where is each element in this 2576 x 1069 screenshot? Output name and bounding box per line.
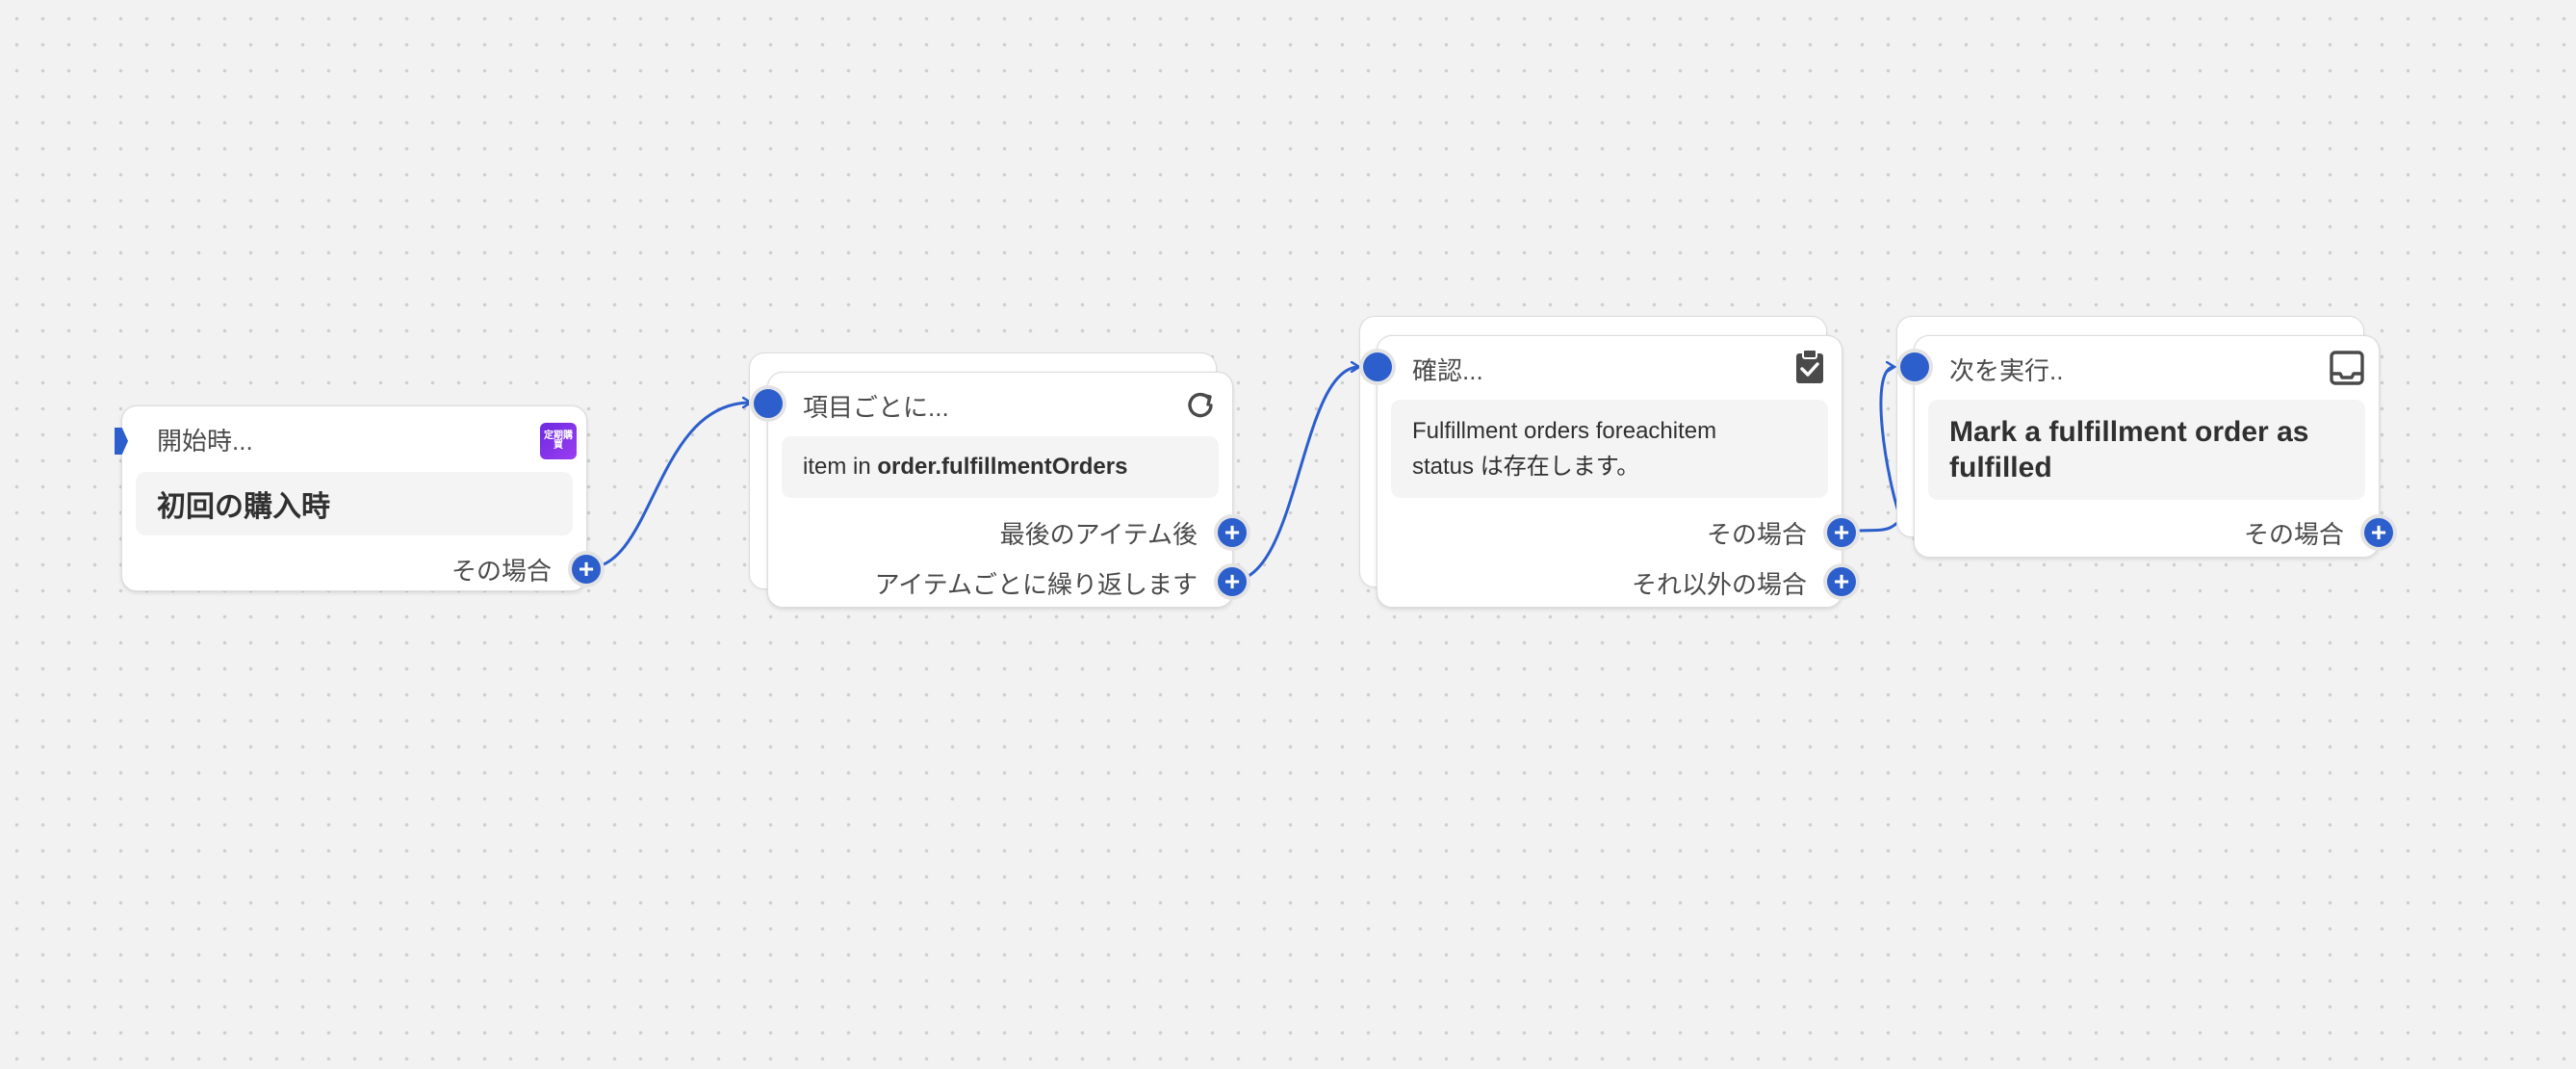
condition-expression: Fulfillment orders foreachitem status は存… <box>1412 413 1716 484</box>
condition-expression-line2: status は存在します。 <box>1412 454 1640 480</box>
foreach-input-port[interactable] <box>754 389 783 418</box>
trigger-node[interactable]: 開始時... 定期購買 初回の購入時 その場合 + <box>115 405 601 591</box>
foreach-after-last-label: 最後のアイテム後 <box>999 520 1198 549</box>
action-text-line1: Mark a fulfillment order as <box>1949 416 2309 448</box>
inbox-tray-icon <box>2330 351 2364 385</box>
condition-then-add-button[interactable]: + <box>1827 518 1856 547</box>
action-text: Mark a fulfillment order as fulfilled <box>1949 414 2308 485</box>
loop-arrow-icon <box>1188 392 1213 418</box>
trigger-event-text: 初回の購入時 <box>157 491 330 523</box>
action-text-line2: fulfilled <box>1949 452 2052 483</box>
foreach-expression-collection: order.fulfillmentOrders <box>877 454 1128 480</box>
condition-then-label: その場合 <box>1706 520 1807 549</box>
foreach-expression: item in order.fulfillmentOrders <box>803 454 1127 481</box>
action-content: Mark a fulfillment order as fulfilled <box>1928 400 2365 500</box>
condition-title: 確認... <box>1412 356 1483 385</box>
foreach-after-last-add-button[interactable]: + <box>1218 518 1247 547</box>
foreach-node[interactable]: 項目ごとに... item in order.fulfillmentOrders… <box>754 372 1247 608</box>
foreach-expression-prefix: item in <box>803 454 878 480</box>
condition-node[interactable]: 確認... Fulfillment orders foreachitem sta… <box>1363 335 1856 608</box>
app-badge-icon: 定期購買 <box>540 423 577 459</box>
condition-otherwise-label: それ以外の場合 <box>1631 570 1807 599</box>
condition-input-port[interactable] <box>1363 352 1392 381</box>
start-flag-icon <box>115 428 128 455</box>
action-then-add-button[interactable]: + <box>2364 518 2393 547</box>
action-then-label: その場合 <box>2243 520 2344 549</box>
condition-content: Fulfillment orders foreachitem status は存… <box>1391 400 1828 498</box>
foreach-title: 項目ごとに... <box>803 393 949 422</box>
connector-foreach-to-condition <box>1231 367 1359 583</box>
clipboard-check-icon <box>1796 349 1823 383</box>
trigger-title: 開始時... <box>157 427 253 456</box>
connector-condition-to-action <box>1842 367 1903 533</box>
trigger-then-add-button[interactable]: + <box>572 555 601 584</box>
connector-trigger-to-foreach <box>586 403 751 570</box>
action-title: 次を実行.. <box>1949 356 2064 385</box>
action-input-port[interactable] <box>1900 352 1929 381</box>
trigger-then-label: その場合 <box>451 557 552 586</box>
action-node[interactable]: 次を実行.. Mark a fulfillment order as fulfi… <box>1900 335 2393 558</box>
foreach-each-add-button[interactable]: + <box>1218 567 1247 596</box>
condition-expression-line1: Fulfillment orders foreachitem <box>1412 418 1717 444</box>
foreach-each-label: アイテムごとに繰り返します <box>874 570 1198 599</box>
trigger-content: 初回の購入時 <box>136 472 573 535</box>
condition-otherwise-add-button[interactable]: + <box>1827 567 1856 596</box>
foreach-content: item in order.fulfillmentOrders <box>782 436 1219 498</box>
